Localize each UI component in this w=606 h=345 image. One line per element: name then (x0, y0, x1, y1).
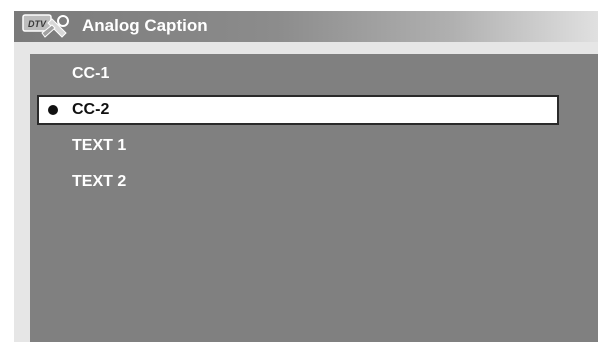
menu-item-cc2[interactable]: CC-2 (37, 95, 559, 125)
menu-item-label: CC-2 (72, 101, 110, 118)
caption-menu: CC-1 CC-2 TEXT 1 TEXT 2 (30, 54, 598, 342)
selected-bullet-icon (48, 105, 58, 115)
menu-item-label: CC-1 (72, 65, 110, 82)
analog-caption-screen: DTV Analog Caption CC-1 CC-2 TEXT 1 TEXT… (14, 11, 598, 342)
page-title: Analog Caption (82, 16, 208, 35)
menu-item-label: TEXT 2 (72, 173, 127, 190)
title-bar: DTV Analog Caption (14, 11, 598, 42)
svg-text:DTV: DTV (28, 19, 47, 29)
dtv-settings-icon: DTV (22, 14, 69, 38)
menu-item-label: TEXT 1 (72, 137, 127, 154)
